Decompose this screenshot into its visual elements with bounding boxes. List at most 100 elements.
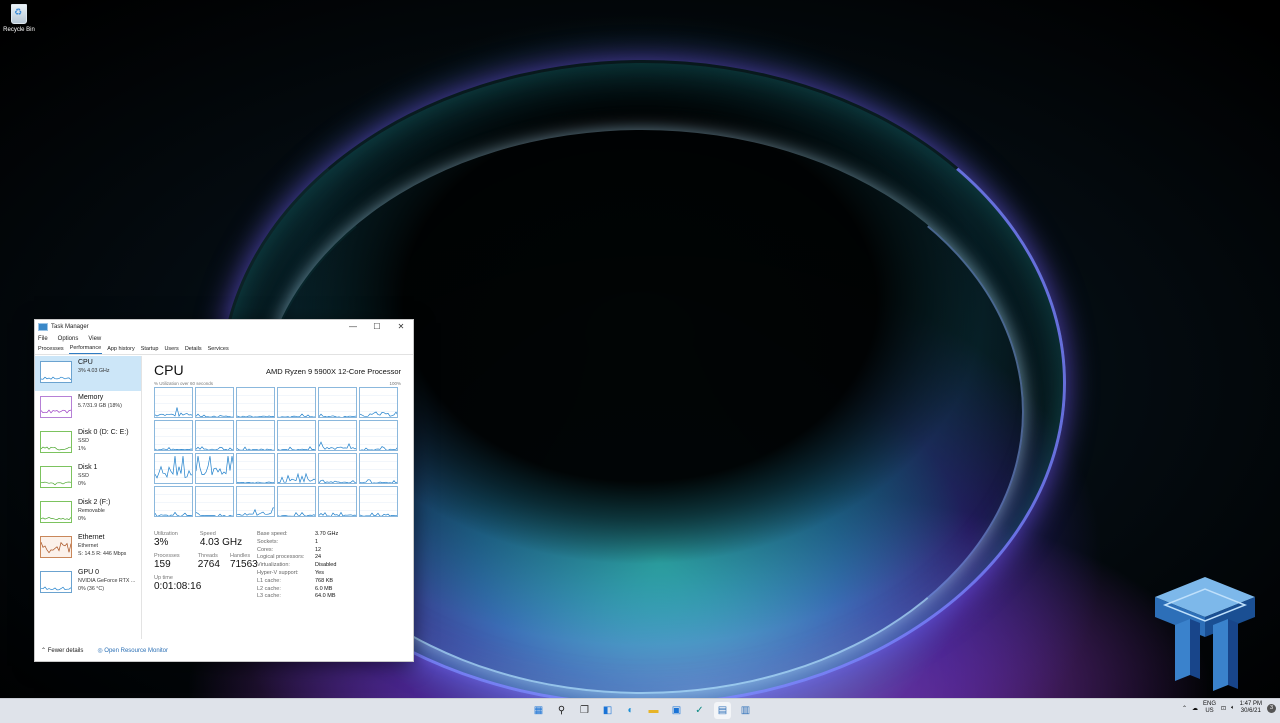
menu-view[interactable]: View [88, 336, 101, 342]
ethernet-mini-graph [40, 536, 72, 558]
detail-value: Disabled [315, 562, 337, 569]
resource-item-cpu[interactable]: CPU 3% 4.03 GHz [35, 356, 141, 391]
resource-name: Memory [78, 394, 104, 401]
logical-processor-graph [277, 486, 316, 517]
disk2-mini-graph [40, 501, 72, 523]
desktop-icon-label: Recycle Bin [3, 27, 35, 33]
handles-value: 71563 [229, 559, 258, 570]
logical-processor-graph [359, 420, 398, 451]
disk0-mini-graph [40, 431, 72, 453]
volume-icon[interactable]: 🔈︎ [1231, 705, 1235, 712]
resource-detail: 0% (36 °C) [78, 586, 104, 592]
menu-options[interactable]: Options [58, 336, 79, 342]
logical-processor-graph [318, 420, 357, 451]
task-manager-icon[interactable]: ▤ [714, 702, 731, 719]
detail-key: L3 cache: [257, 593, 281, 600]
resource-item-disk1[interactable]: Disk 1 SSD 0% [35, 461, 141, 496]
clock-time: 1:47 PM [1239, 701, 1262, 707]
resource-detail: NVIDIA GeForce RTX ... [78, 578, 136, 584]
tab-strip: Processes Performance App history Startu… [35, 344, 413, 355]
resource-item-disk2[interactable]: Disk 2 (F:) Removable 0% [35, 496, 141, 531]
detail-key: L1 cache: [257, 577, 281, 584]
tab-app-history[interactable]: App history [106, 346, 136, 354]
resource-detail: S: 14.5 R: 446 Mbps [78, 551, 127, 557]
logical-processor-graph [195, 420, 234, 451]
language-label: ENG [1202, 701, 1216, 707]
tweaktown-logo [1155, 577, 1255, 691]
logical-processor-graphs[interactable] [154, 387, 401, 517]
menu-file[interactable]: File [38, 336, 48, 342]
logical-processor-graph [195, 486, 234, 517]
detail-key: Sockets: [257, 538, 279, 545]
task-view-icon[interactable]: ❐ [576, 702, 593, 719]
title-bar[interactable]: Task Manager — ☐ ✕ [35, 320, 413, 333]
widgets-icon[interactable]: ◧ [599, 702, 616, 719]
resource-item-ethernet[interactable]: Ethernet Ethernet S: 14.5 R: 446 Mbps [35, 531, 141, 566]
logical-processor-graph [154, 486, 193, 517]
task-manager-icon [38, 322, 48, 331]
detail-value: 6.0 MB [315, 585, 333, 592]
detail-value: 768 KB [315, 577, 334, 584]
detail-key: Hyper-V support: [257, 569, 299, 576]
logical-processor-graph [277, 420, 316, 451]
resource-sidebar: CPU 3% 4.03 GHz Memory 5.7/31.9 GB (18%)… [35, 356, 142, 639]
search-icon[interactable]: ⚲ [553, 702, 570, 719]
cpu-mini-graph [40, 361, 72, 383]
fewer-details-button[interactable]: ⌃ Fewer details [41, 647, 83, 654]
uptime-value: 0:01:08:16 [154, 581, 202, 592]
resource-name: Disk 2 (F:) [78, 499, 111, 506]
resource-detail: Removable [78, 508, 105, 514]
tab-processes[interactable]: Processes [37, 346, 65, 354]
maximize-button[interactable]: ☐ [365, 322, 389, 331]
graph-axis-max: 100% [389, 381, 401, 386]
detail-key: Base speed: [257, 531, 288, 537]
cpu-details-table: Base speed: 3.70 GHz Sockets: 1 Cores: 12 Logi… [257, 531, 338, 599]
windows-start-icon[interactable]: ▦ [530, 702, 547, 719]
resource-item-disk0[interactable]: Disk 0 (D: C: E:) SSD 1% [35, 426, 141, 461]
edge-icon[interactable]: ◐ [622, 702, 639, 719]
file-explorer-icon[interactable]: ▬ [645, 702, 662, 719]
detail-value: 24 [315, 554, 322, 561]
resource-item-memory[interactable]: Memory 5.7/31.9 GB (18%) [35, 391, 141, 426]
logical-processor-graph [195, 453, 234, 484]
desktop-icon-recycle-bin[interactable]: Recycle Bin [2, 2, 36, 33]
logical-processor-graph [318, 486, 357, 517]
tab-performance[interactable]: Performance [68, 345, 103, 354]
window-title: Task Manager [51, 323, 89, 330]
detail-value: 1 [315, 538, 319, 545]
memory-mini-graph [40, 396, 72, 418]
clock[interactable]: 1:47 PM 30/6/21 [1240, 701, 1262, 715]
logical-processor-graph [195, 387, 234, 418]
taskbar: ▦ ⚲ ❐ ◧ ◐ ▬ ▣ ✓ ▤ ▥ ⌃ ☁ ENG US ⊡ 🔈︎ 1:47… [0, 698, 1280, 723]
task-manager-window[interactable]: Task Manager — ☐ ✕ File Options View Pro… [34, 319, 414, 662]
detail-value: Yes [315, 569, 324, 576]
logical-processor-graph [236, 387, 275, 418]
clock-date: 30/6/21 [1240, 708, 1261, 714]
steam-icon[interactable]: ✓ [691, 702, 708, 719]
tab-details[interactable]: Details [184, 346, 203, 354]
open-resource-monitor-link[interactable]: ◎ Open Resource Monitor [97, 647, 168, 654]
logical-processor-graph [318, 387, 357, 418]
menu-bar: File Options View [35, 333, 413, 344]
resource-name: Disk 0 (D: C: E:) [78, 429, 129, 436]
language-indicator[interactable]: ENG US [1203, 701, 1216, 715]
resource-detail: SSD [78, 438, 89, 444]
minimize-button[interactable]: — [341, 322, 365, 331]
logical-processor-graph [359, 453, 398, 484]
resource-detail: 5.7/31.9 GB (18%) [78, 403, 122, 409]
region-label: US [1205, 708, 1214, 714]
resource-item-gpu0[interactable]: GPU 0 NVIDIA GeForce RTX ... 0% (36 °C) [35, 566, 141, 601]
logical-processor-graph [154, 420, 193, 451]
utilization-value: 3% [154, 537, 169, 548]
cloud-icon[interactable]: ☁ [1192, 705, 1198, 712]
chevron-up-icon[interactable]: ⌃ [1182, 705, 1187, 712]
store-icon[interactable]: ▣ [668, 702, 685, 719]
tab-services[interactable]: Services [207, 346, 230, 354]
close-button[interactable]: ✕ [389, 322, 413, 331]
resource-detail: 0% [78, 516, 86, 522]
tab-startup[interactable]: Startup [140, 346, 160, 354]
app-icon[interactable]: ▥ [737, 702, 754, 719]
tab-users[interactable]: Users [163, 346, 179, 354]
network-icon[interactable]: ⊡ [1221, 705, 1226, 712]
notification-badge[interactable]: 3 [1267, 703, 1276, 713]
